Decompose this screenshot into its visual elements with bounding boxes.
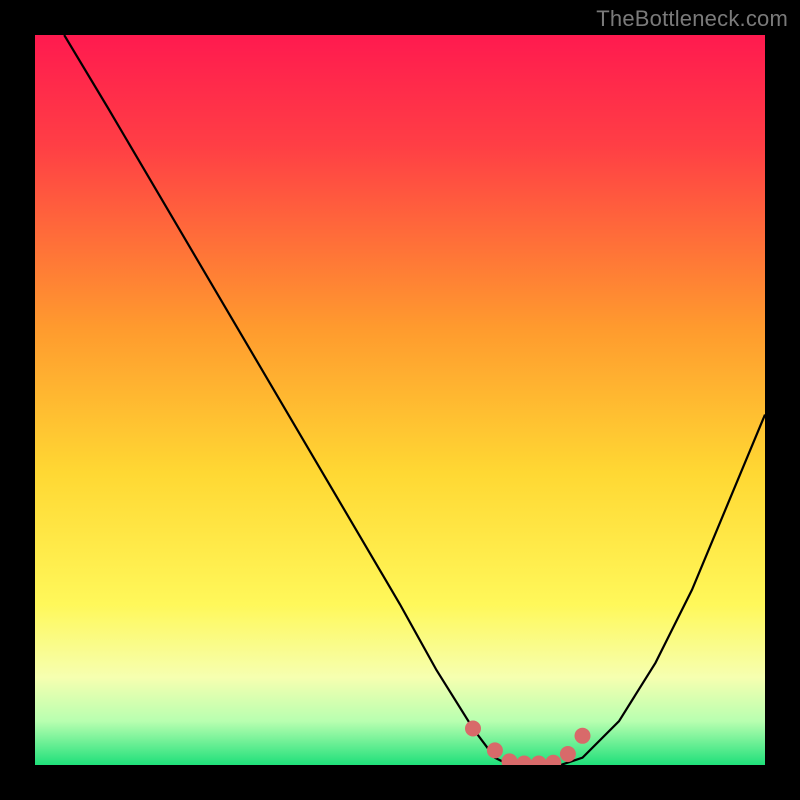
sweet-spot-dot xyxy=(465,721,481,737)
watermark-text: TheBottleneck.com xyxy=(596,6,788,32)
sweet-spot-dot xyxy=(487,742,503,758)
gradient-background xyxy=(35,35,765,765)
bottleneck-chart xyxy=(35,35,765,765)
sweet-spot-dot xyxy=(575,728,591,744)
sweet-spot-dot xyxy=(560,746,576,762)
chart-frame: TheBottleneck.com xyxy=(0,0,800,800)
plot-area xyxy=(35,35,765,765)
